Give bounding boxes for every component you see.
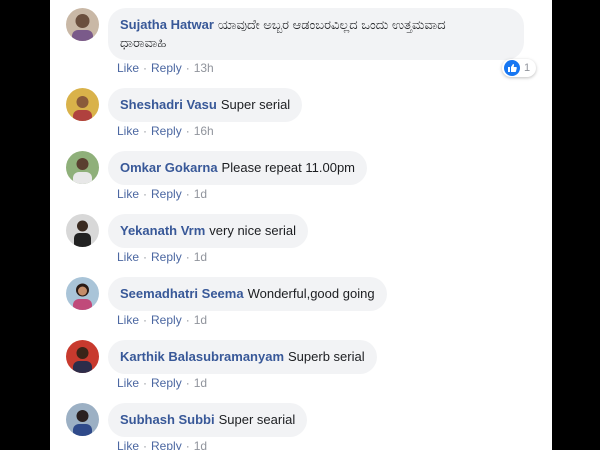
like-link[interactable]: Like	[117, 376, 139, 390]
avatar-image	[66, 403, 99, 436]
reaction-number: 1	[524, 62, 531, 74]
comment-actions: Like · Reply · 1d	[117, 376, 207, 390]
comment-item: Yekanath Vrm very nice serial Like · Reply ·…	[50, 214, 552, 277]
comment-author[interactable]: Sheshadri Vasu	[120, 97, 217, 112]
reply-link[interactable]: Reply	[151, 250, 182, 264]
separator: ·	[143, 61, 148, 75]
avatar[interactable]	[66, 403, 99, 436]
comment-item: Subhash Subbi Super searial Like · Reply · 1d	[50, 403, 552, 450]
like-link[interactable]: Like	[117, 313, 139, 327]
avatar[interactable]	[66, 277, 99, 310]
comment-text: Super serial	[220, 97, 291, 112]
comment-time[interactable]: 13h	[194, 61, 214, 75]
avatar[interactable]	[66, 151, 99, 184]
separator: ·	[143, 376, 148, 390]
avatar-image	[66, 151, 99, 184]
like-link[interactable]: Like	[117, 187, 139, 201]
comment-actions: Like · Reply · 16h	[117, 124, 214, 138]
like-link[interactable]: Like	[117, 124, 139, 138]
comment-time[interactable]: 1d	[194, 187, 207, 201]
separator: ·	[143, 439, 148, 450]
like-thumb-icon	[504, 60, 520, 76]
comment-item: Sujatha Hatwar ಯಾವುದೇ ಅಬ್ಬರ ಆಡಂಬರವಿಲ್ಲದ ಒ…	[50, 8, 552, 77]
comment-actions: Like · Reply · 1d	[117, 250, 207, 264]
separator: ·	[143, 250, 148, 264]
comment-author[interactable]: Omkar Gokarna	[120, 160, 218, 175]
comment-item: Karthik Balasubramanyam Superb serial Lik…	[50, 340, 552, 403]
separator: ·	[143, 187, 148, 201]
comment-text: Super searial	[218, 412, 296, 427]
comment-time[interactable]: 1d	[194, 313, 207, 327]
separator: ·	[185, 61, 190, 75]
comment-item: Omkar Gokarna Please repeat 11.00pm Like ·…	[50, 151, 552, 214]
comment-author[interactable]: Seemadhatri Seema	[120, 286, 244, 301]
comment-text-line2: ಧಾರಾವಾಹಿ	[120, 35, 167, 50]
avatar[interactable]	[66, 88, 99, 121]
comment-item: Seemadhatri Seema Wonderful,good going Li…	[50, 277, 552, 340]
avatar-image	[66, 340, 99, 373]
avatar[interactable]	[66, 214, 99, 247]
avatar[interactable]	[66, 340, 99, 373]
comment-time[interactable]: 1d	[194, 439, 207, 450]
comment-actions: Like · Reply · 1d	[117, 187, 207, 201]
comment-time[interactable]: 1d	[194, 376, 207, 390]
reply-link[interactable]: Reply	[151, 124, 182, 138]
comment-time[interactable]: 16h	[194, 124, 214, 138]
comment-author[interactable]: Karthik Balasubramanyam	[120, 349, 284, 364]
comment-bubble: Seemadhatri Seema Wonderful,good going	[108, 277, 387, 311]
comment-bubble: Karthik Balasubramanyam Superb serial	[108, 340, 377, 374]
separator: ·	[185, 376, 190, 390]
comment-bubble: Sheshadri Vasu Super serial	[108, 88, 303, 122]
separator: ·	[143, 313, 148, 327]
separator: ·	[185, 439, 190, 450]
comment-actions: Like · Reply · 1d	[117, 313, 207, 327]
separator: ·	[185, 124, 190, 138]
reply-link[interactable]: Reply	[151, 61, 182, 75]
like-link[interactable]: Like	[117, 250, 139, 264]
reply-link[interactable]: Reply	[151, 439, 182, 450]
separator: ·	[143, 124, 148, 138]
comment-text: Please repeat 11.00pm	[221, 160, 356, 175]
avatar-image	[66, 214, 99, 247]
comment-time[interactable]: 1d	[194, 250, 207, 264]
comment-text: Wonderful,good going	[247, 286, 375, 301]
comment-actions: Like · Reply · 1d	[117, 439, 207, 450]
like-link[interactable]: Like	[117, 61, 139, 75]
reply-link[interactable]: Reply	[151, 376, 182, 390]
separator: ·	[185, 250, 190, 264]
comments-panel: Sujatha Hatwar ಯಾವುದೇ ಅಬ್ಬರ ಆಡಂಬರವಿಲ್ಲದ ಒ…	[50, 0, 552, 450]
comment-text: ಯಾವುದೇ ಅಬ್ಬರ ಆಡಂಬರವಿಲ್ಲದ ಒಂದು ಉತ್ತಮವಾದ	[217, 17, 446, 32]
separator: ·	[185, 313, 190, 327]
separator: ·	[185, 187, 190, 201]
comment-text: Superb serial	[288, 349, 365, 364]
comment-bubble: Subhash Subbi Super searial	[108, 403, 308, 437]
comment-bubble: Omkar Gokarna Please repeat 11.00pm	[108, 151, 368, 185]
like-link[interactable]: Like	[117, 439, 139, 450]
reaction-count[interactable]: 1	[502, 59, 537, 77]
comment-author[interactable]: Sujatha Hatwar	[120, 17, 214, 32]
comment-author[interactable]: Subhash Subbi	[120, 412, 215, 427]
avatar-image	[66, 8, 99, 41]
comment-actions: Like · Reply · 13h	[117, 61, 214, 75]
comment-text: very nice serial	[209, 223, 296, 238]
reply-link[interactable]: Reply	[151, 187, 182, 201]
comment-author[interactable]: Yekanath Vrm	[120, 223, 205, 238]
reply-link[interactable]: Reply	[151, 313, 182, 327]
avatar-image	[66, 88, 99, 121]
avatar-image	[66, 277, 99, 310]
comment-bubble: Yekanath Vrm very nice serial	[108, 214, 308, 248]
comment-bubble: Sujatha Hatwar ಯಾವುದೇ ಅಬ್ಬರ ಆಡಂಬರವಿಲ್ಲದ ಒ…	[108, 8, 524, 60]
comment-item: Sheshadri Vasu Super serial Like · Reply · 16…	[50, 88, 552, 151]
avatar[interactable]	[66, 8, 99, 41]
